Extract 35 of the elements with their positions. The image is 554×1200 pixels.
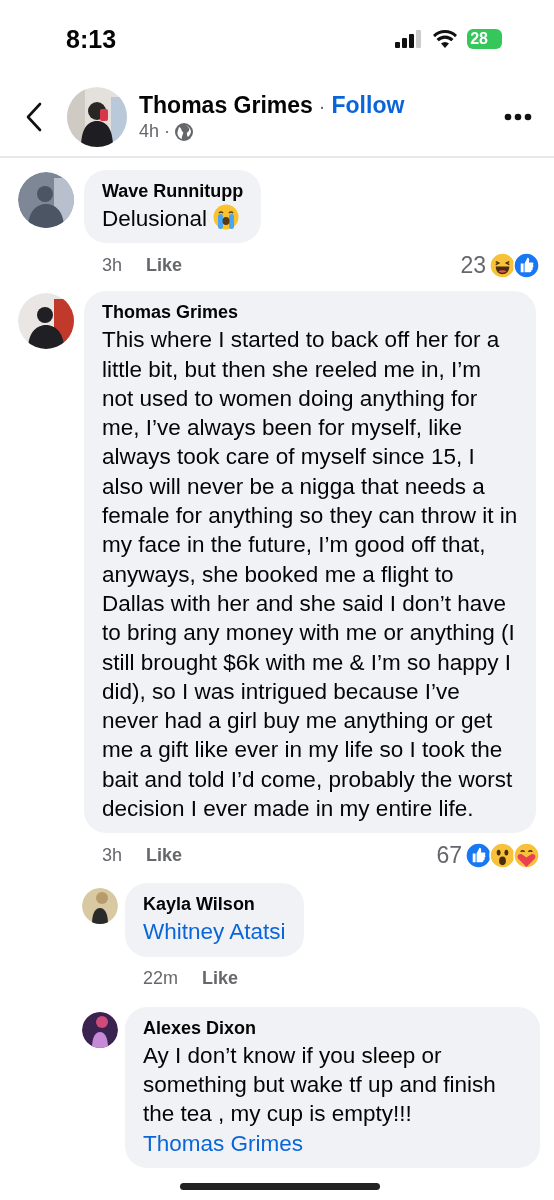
like-link[interactable]: Like	[146, 844, 183, 866]
comment-time: 3h	[102, 844, 123, 866]
like-reaction-icon	[465, 841, 492, 869]
wifi-icon	[433, 30, 458, 48]
author-name[interactable]: Thomas Grimes	[139, 92, 313, 119]
more-icon[interactable]	[504, 113, 532, 121]
post-age: 4h	[139, 121, 160, 142]
battery-level: 28	[467, 29, 502, 49]
surprised-reaction-icon	[489, 841, 516, 869]
reaction-count: 23	[460, 251, 486, 279]
mention-link[interactable]: Whitney Atatsi	[143, 917, 286, 947]
like-link[interactable]: Like	[202, 968, 239, 990]
comment-time: 3h	[102, 254, 123, 276]
commenter-name[interactable]: Alexes Dixon	[143, 1017, 522, 1039]
separator-dot: ·	[164, 121, 171, 142]
comment-time: 22m	[143, 968, 178, 990]
back-icon[interactable]	[25, 102, 43, 132]
globe-icon	[175, 122, 194, 141]
reaction-count: 67	[436, 841, 462, 869]
comment-text: Delusional	[102, 206, 208, 231]
laughing-reaction-icon	[489, 251, 516, 279]
heart-hug-reaction-icon	[513, 841, 540, 869]
signal-icon	[395, 30, 424, 48]
mention-link[interactable]: Thomas Grimes	[143, 1128, 522, 1158]
comment-text: Ay I don’t know if you sleep or something but wake tf up and finish the tea , my cup is empty!!!	[143, 1042, 496, 1127]
commenter-name[interactable]: Wave Runnitupp	[102, 181, 244, 202]
comment-text: This where I started to back off her for a little bit, but then she reeled me in, I’m not used to women doing anything for me, I’ve always been for myself, like always took care of myself since 15, I also will never be a nigga that needs a female for anything so they can throw it in my face in the future, I’m good off that, anyways, she booked me a flight to Dallas with her and she said I don’t have to bring any money with me or anything (I still brought $6k with me & I’m so happy I did), so I was intrigued because I’ve never had a girl buy me anything or get me a gift like ever in my life so I took the bait and told I’d come, probably the worst decision I ever made in my entire life.	[102, 327, 518, 822]
like-reaction-icon	[513, 251, 540, 279]
status-time: 8:13	[66, 24, 117, 54]
commenter-name[interactable]: Thomas Grimes	[102, 302, 518, 324]
follow-link[interactable]: Follow	[331, 92, 405, 119]
crying-emoji-icon	[213, 204, 240, 230]
separator-dot: ·	[318, 95, 326, 118]
commenter-name[interactable]: Kayla Wilson	[143, 894, 286, 916]
like-link[interactable]: Like	[146, 254, 183, 276]
